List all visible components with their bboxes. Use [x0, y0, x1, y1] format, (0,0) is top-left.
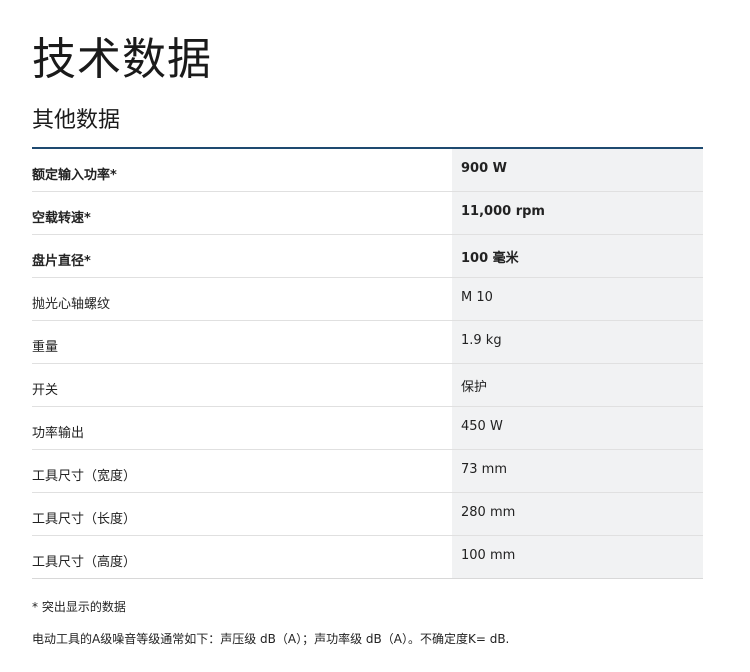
page-title: 技术数据 [32, 34, 212, 85]
spec-row-weight: 重量 1.9 kg [32, 321, 703, 364]
spec-value: M 10 [452, 278, 703, 320]
highlight-footnote: * 突出显示的数据 [32, 600, 126, 614]
spec-label: 盘片直径* [32, 254, 91, 269]
spec-label: 功率输出 [32, 426, 85, 441]
spec-value: 11,000 rpm [452, 192, 703, 234]
spec-value: 100 毫米 [452, 235, 703, 277]
spec-row-no-load-speed: 空载转速* 11,000 rpm [32, 192, 703, 235]
tech-data-section: 技术数据 其他数据 额定输入功率* 900 W 空载转速* 11,000 rpm… [32, 0, 703, 647]
spec-label: 开关 [32, 383, 59, 398]
spec-label: 空载转速* [32, 211, 91, 226]
spec-row-switch: 开关 保护 [32, 364, 703, 407]
spec-value: 保护 [452, 364, 703, 406]
spec-value: 280 mm [452, 493, 703, 535]
spec-row-tool-height: 工具尺寸（高度） 100 mm [32, 536, 703, 579]
spec-row-tool-width: 工具尺寸（宽度） 73 mm [32, 450, 703, 493]
spec-row-power-output: 功率输出 450 W [32, 407, 703, 450]
spec-label: 额定输入功率* [32, 168, 117, 183]
noise-level-note: 电动工具的A级噪音等级通常如下：声压级 dB（A）；声功率级 dB（A）。不确定… [32, 632, 510, 646]
section-title: 其他数据 [32, 108, 121, 133]
spec-label: 重量 [32, 340, 59, 355]
spec-label: 抛光心轴螺纹 [32, 297, 111, 312]
spec-row-disc-diameter: 盘片直径* 100 毫米 [32, 235, 703, 278]
spec-value: 900 W [452, 149, 703, 191]
spec-row-spindle-thread: 抛光心轴螺纹 M 10 [32, 278, 703, 321]
spec-label: 工具尺寸（宽度） [32, 469, 137, 484]
spec-label: 工具尺寸（高度） [32, 555, 137, 570]
spec-value: 73 mm [452, 450, 703, 492]
spec-row-rated-input-power: 额定输入功率* 900 W [32, 149, 703, 192]
spec-value: 100 mm [452, 536, 703, 578]
spec-row-tool-length: 工具尺寸（长度） 280 mm [32, 493, 703, 536]
spec-table: 额定输入功率* 900 W 空载转速* 11,000 rpm 盘片直径* 100… [32, 147, 703, 579]
spec-value: 450 W [452, 407, 703, 449]
spec-value: 1.9 kg [452, 321, 703, 363]
spec-label: 工具尺寸（长度） [32, 512, 137, 527]
